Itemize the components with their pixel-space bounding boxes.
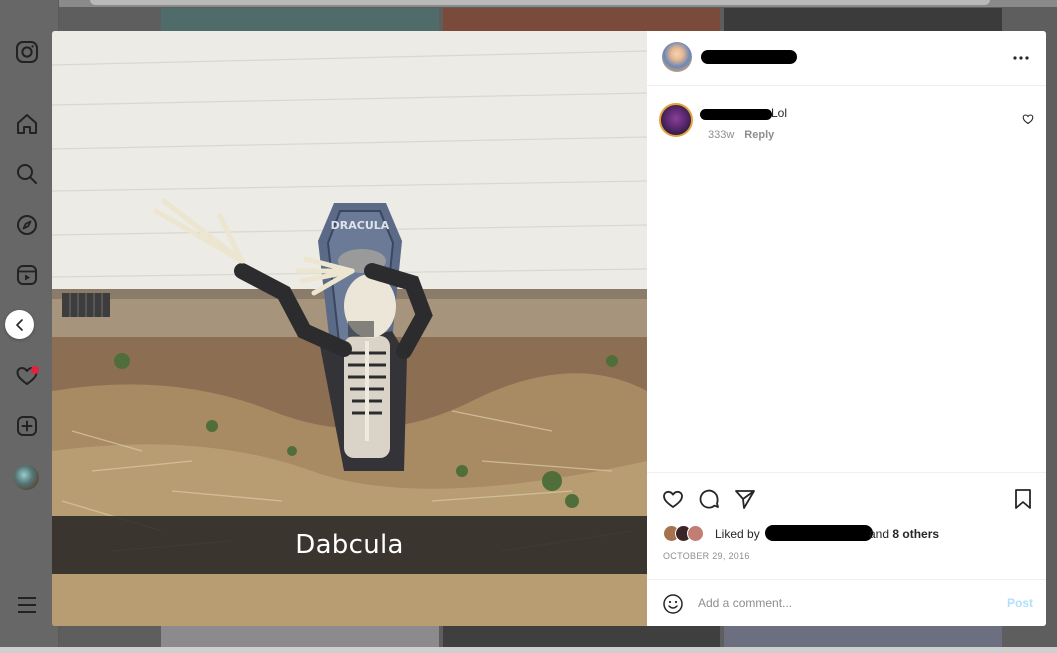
post-comment-button[interactable]: Post — [1007, 596, 1033, 610]
menu-icon[interactable] — [14, 592, 40, 618]
search-icon[interactable] — [14, 161, 40, 187]
commenter-avatar[interactable] — [659, 103, 693, 137]
notification-dot — [31, 366, 39, 374]
share-icon[interactable] — [733, 487, 757, 511]
redacted-username — [701, 50, 797, 64]
emoji-icon[interactable] — [662, 593, 684, 615]
redacted-likers — [765, 525, 873, 541]
comment-icon[interactable] — [697, 487, 721, 511]
feed-thumbnail — [724, 626, 1002, 647]
svg-text:DRACULA: DRACULA — [331, 219, 390, 232]
others-count[interactable]: 8 others — [892, 527, 939, 541]
post-image: DRACULA Dabcula — [52, 31, 647, 626]
feed-thumbnail — [161, 8, 439, 31]
save-icon[interactable] — [1011, 487, 1035, 511]
explore-icon[interactable] — [14, 212, 40, 238]
liked-and-label: and — [869, 527, 890, 541]
comment-text: Lol — [771, 106, 788, 120]
comment-item: Lol 333w Reply — [647, 101, 1046, 151]
comment-composer: Post — [647, 579, 1046, 626]
bottom-strip — [0, 647, 1057, 653]
liked-by-label: Liked by — [715, 527, 760, 541]
feed-thumbnail — [161, 626, 439, 647]
like-icon[interactable] — [661, 487, 685, 511]
post-modal: DRACULA Dabcula Lol 333w Reply Liked by … — [52, 31, 1046, 626]
liked-avatars — [663, 525, 709, 543]
post-sidebar: Lol 333w Reply Liked by and 8 others OCT… — [647, 31, 1046, 626]
post-header — [647, 31, 1046, 86]
home-icon[interactable] — [14, 111, 40, 137]
post-actions: Liked by and 8 others OCTOBER 29, 2016 — [647, 472, 1046, 579]
instagram-icon[interactable] — [14, 39, 40, 65]
author-avatar[interactable] — [662, 42, 692, 72]
feed-thumbnail — [443, 8, 720, 31]
profile-avatar[interactable] — [14, 465, 39, 490]
photo-caption-band: Dabcula — [52, 516, 647, 574]
post-date: OCTOBER 29, 2016 — [663, 551, 750, 561]
more-icon[interactable] — [1012, 51, 1030, 65]
create-icon[interactable] — [14, 413, 40, 439]
comment-input[interactable] — [698, 594, 988, 612]
feed-thumbnail — [443, 626, 720, 647]
photo-caption-text: Dabcula — [295, 530, 404, 560]
liker-avatar — [687, 525, 704, 542]
comment-like-icon[interactable] — [1022, 113, 1034, 125]
redacted-commenter-name — [700, 109, 772, 120]
reels-icon[interactable] — [14, 262, 40, 288]
liked-others[interactable]: and 8 others — [869, 527, 939, 541]
chevron-left-icon — [15, 318, 23, 331]
comment-age: 333w — [708, 129, 735, 141]
comment-meta: 333w Reply — [708, 129, 774, 141]
feed-thumbnail — [724, 8, 1002, 31]
browser-top-strip — [0, 0, 1057, 7]
reply-button[interactable]: Reply — [744, 129, 774, 141]
previous-post-button[interactable] — [5, 310, 34, 339]
